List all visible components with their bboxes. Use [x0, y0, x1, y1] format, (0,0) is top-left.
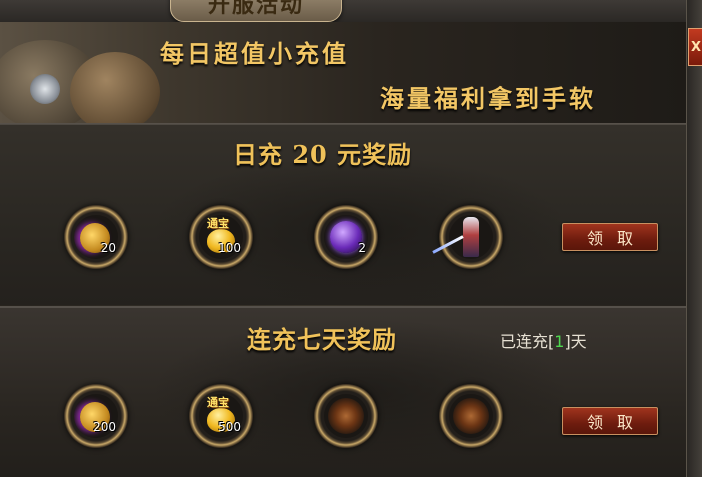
reward-slot[interactable]: [439, 384, 503, 448]
reward-slot[interactable]: [432, 205, 503, 269]
pearl-icon: [30, 74, 60, 104]
currency-tag: 通宝: [207, 217, 229, 230]
fire-burst-icon: [453, 398, 489, 434]
seven-day-recharge-section: 连充七天奖励 已连充[1]天 200 通宝 500 领取: [0, 306, 686, 477]
reward-quantity: 100: [218, 241, 241, 255]
daily-recharge-title: 日充 20 元奖励: [233, 140, 413, 169]
close-button[interactable]: X: [688, 28, 702, 66]
reward-slot[interactable]: 20: [64, 205, 128, 269]
window-top-bar: 开服活动: [0, 0, 702, 23]
armored-warrior-icon: [463, 217, 479, 257]
fire-burst-icon: [328, 398, 364, 434]
claim-button[interactable]: 领取: [562, 223, 658, 251]
banner-headline: 每日超值小充值: [160, 39, 349, 68]
recharge-progress: 已连充[1]天: [500, 332, 587, 351]
reward-slot[interactable]: [314, 384, 378, 448]
recharge-days: 1: [554, 332, 565, 351]
side-strip: [686, 0, 702, 477]
claim-button[interactable]: 领取: [562, 407, 658, 435]
reward-quantity: 2: [358, 241, 366, 255]
reward-quantity: 500: [218, 420, 241, 434]
seven-day-recharge-title: 连充七天奖励: [247, 325, 397, 354]
daily-recharge-section: 日充 20 元奖励 20 通宝 100 2 领取: [0, 124, 686, 305]
reward-quantity: 20: [100, 241, 116, 255]
banner-subheadline: 海量福利拿到手软: [380, 84, 596, 113]
event-window: 开服活动 X 每日超值小充值 海量福利拿到手软 日充 20 元奖励 20 通宝 …: [0, 0, 702, 477]
window-title: 开服活动: [207, 0, 304, 18]
reward-slot[interactable]: 通宝 100: [189, 205, 253, 269]
promo-banner: 每日超值小充值 海量福利拿到手软: [0, 22, 686, 125]
currency-tag: 通宝: [207, 396, 229, 409]
treasure-jar-icon: [70, 52, 160, 123]
reward-slot[interactable]: 200: [64, 384, 128, 448]
window-title-plate: 开服活动: [170, 0, 342, 22]
reward-slot[interactable]: 2: [314, 205, 378, 269]
reward-slot[interactable]: 通宝 500: [189, 384, 253, 448]
reward-quantity: 200: [93, 420, 116, 434]
